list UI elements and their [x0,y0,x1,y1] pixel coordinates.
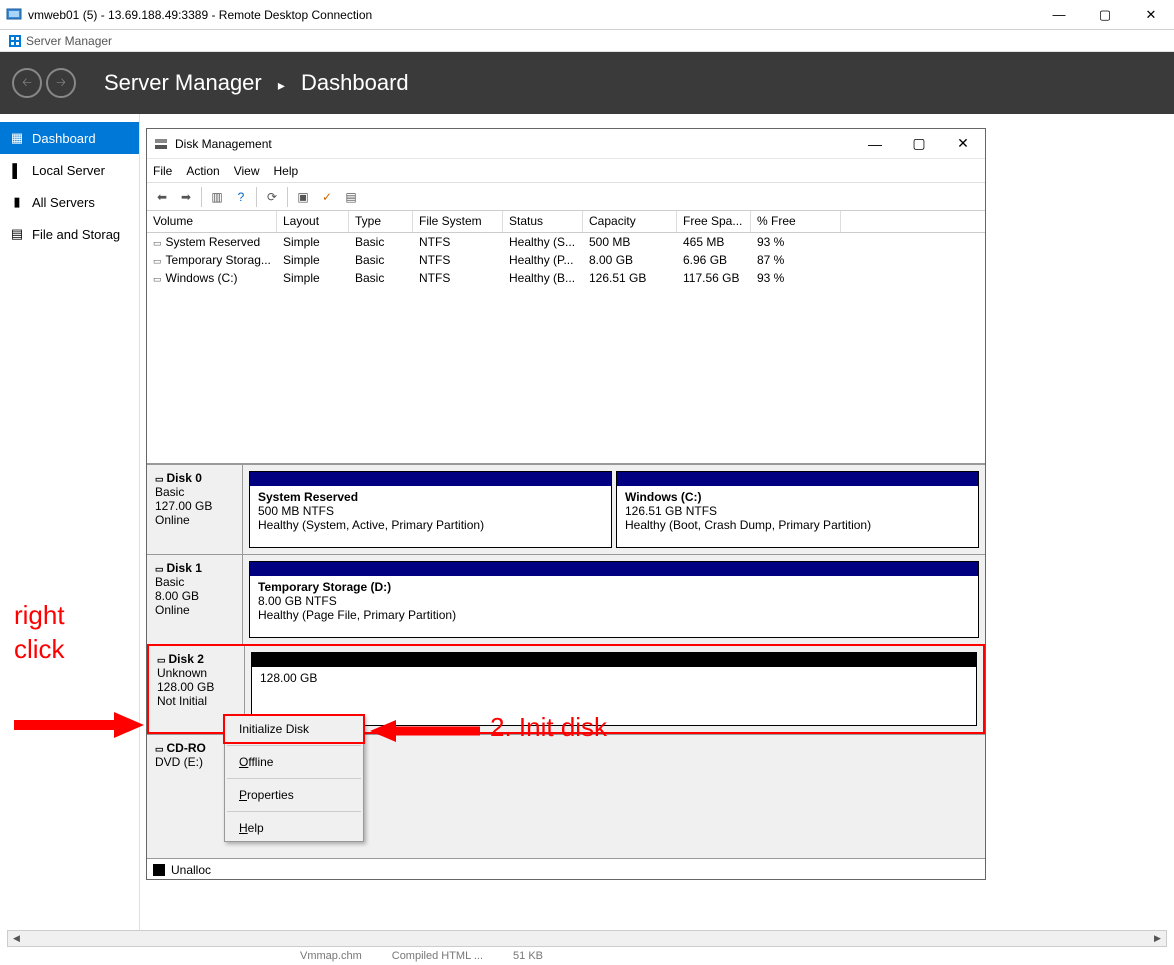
disk-partition[interactable]: Temporary Storage (D:)8.00 GB NTFSHealth… [249,561,979,638]
col-free[interactable]: Free Spa... [677,211,751,232]
rdp-title: vmweb01 (5) - 13.69.188.49:3389 - Remote… [28,8,1036,22]
maximize-button[interactable]: ▢ [1082,0,1128,30]
disk-management-icon [153,136,169,152]
server-manager-titlebar: Server Manager [0,30,1174,52]
tb-list-icon[interactable]: ▥ [206,186,228,208]
menu-action[interactable]: Action [186,164,219,178]
sidebar-item-label: Dashboard [32,131,96,146]
tb-forward-icon[interactable]: ➡ [175,186,197,208]
legend-unallocated-swatch [153,864,165,876]
disk-partition[interactable]: System Reserved500 MB NTFSHealthy (Syste… [249,471,612,548]
dm-titlebar: Disk Management — ▢ ✕ [147,129,985,159]
volume-table-header: Volume Layout Type File System Status Ca… [147,211,985,233]
col-status[interactable]: Status [503,211,583,232]
dashboard-icon: ▦ [10,130,24,146]
legend: Unalloc [147,858,985,880]
ctx-initialize-disk[interactable]: Initialize Disk [223,714,365,744]
disk-info[interactable]: Disk 0Basic127.00 GBOnline [147,465,243,554]
dm-minimize-button[interactable]: — [853,129,897,159]
col-capacity[interactable]: Capacity [583,211,677,232]
nav-forward-button[interactable]: 🡢 [46,68,76,98]
menu-view[interactable]: View [234,164,260,178]
tb-back-icon[interactable]: ⬅ [151,186,173,208]
nav-back-button[interactable]: 🡠 [12,68,42,98]
breadcrumb-page: Dashboard [301,70,409,95]
ctx-offline[interactable]: Offline [225,749,363,775]
disk-panel[interactable]: Disk 1Basic8.00 GBOnlineTemporary Storag… [147,554,985,644]
tb-view1-icon[interactable]: ▣ [292,186,314,208]
breadcrumb: Server Manager ▸ Dashboard [104,70,409,96]
server-icon: ▌ [10,163,24,178]
sidebar: ▦ Dashboard ▌ Local Server ▮ All Servers ▤ F… [0,114,140,960]
close-button[interactable]: ✕ [1128,0,1174,30]
col-type[interactable]: Type [349,211,413,232]
table-row[interactable]: Temporary Storag...SimpleBasicNTFSHealth… [147,251,985,269]
storage-icon: ▤ [10,226,24,242]
dm-close-button[interactable]: ✕ [941,129,985,159]
menu-file[interactable]: File [153,164,172,178]
servers-icon: ▮ [10,194,24,210]
dm-title: Disk Management [175,137,853,151]
ctx-help[interactable]: Help [225,815,363,841]
table-row[interactable]: Windows (C:)SimpleBasicNTFSHealthy (B...… [147,269,985,287]
disk-partition[interactable]: Windows (C:)126.51 GB NTFSHealthy (Boot,… [616,471,979,548]
scroll-left-icon[interactable]: ◀ [8,931,25,946]
breadcrumb-separator-icon: ▸ [278,77,285,93]
disk-context-menu: Initialize Disk Offline Properties Help [224,715,364,842]
tb-refresh-icon[interactable]: ⟳ [261,186,283,208]
sidebar-item-all-servers[interactable]: ▮ All Servers [0,186,139,218]
table-row[interactable]: System ReservedSimpleBasicNTFSHealthy (S… [147,233,985,251]
col-layout[interactable]: Layout [277,211,349,232]
rdp-titlebar: vmweb01 (5) - 13.69.188.49:3389 - Remote… [0,0,1174,30]
dm-menubar: File Action View Help [147,159,985,183]
col-volume[interactable]: Volume [147,211,277,232]
col-filesystem[interactable]: File System [413,211,503,232]
scroll-right-icon[interactable]: ▶ [1149,931,1166,946]
sidebar-item-label: All Servers [32,195,95,210]
disk-panel[interactable]: Disk 0Basic127.00 GBOnlineSystem Reserve… [147,464,985,554]
server-manager-label: Server Manager [26,34,112,48]
tb-help-icon[interactable]: ? [230,186,252,208]
col-pctfree[interactable]: % Free [751,211,841,232]
legend-unallocated-label: Unalloc [171,863,211,877]
minimize-button[interactable]: — [1036,0,1082,30]
taskbar-filesize: 51 KB [513,950,543,962]
taskbar-filename: Vmmap.chm [300,950,362,962]
dm-maximize-button[interactable]: ▢ [897,129,941,159]
server-manager-icon [8,34,22,48]
sidebar-item-label: File and Storag [32,227,120,242]
dm-toolbar: ⬅ ➡ ▥ ? ⟳ ▣ ✓ ▤ [147,183,985,211]
ctx-properties[interactable]: Properties [225,782,363,808]
rdp-icon [6,7,22,23]
server-manager-header: 🡠 🡢 Server Manager ▸ Dashboard [0,52,1174,114]
taskbar-hint: Vmmap.chm Compiled HTML ... 51 KB [0,947,1174,965]
disk-info[interactable]: Disk 1Basic8.00 GBOnline [147,555,243,644]
volume-table: Volume Layout Type File System Status Ca… [147,211,985,464]
tb-view3-icon[interactable]: ▤ [340,186,362,208]
breadcrumb-root[interactable]: Server Manager [104,70,262,95]
taskbar-filetype: Compiled HTML ... [392,950,483,962]
sidebar-item-label: Local Server [32,163,105,178]
sidebar-item-dashboard[interactable]: ▦ Dashboard [0,122,139,154]
sidebar-item-file-storage[interactable]: ▤ File and Storag [0,218,139,250]
sidebar-item-local-server[interactable]: ▌ Local Server [0,154,139,186]
tb-view2-icon[interactable]: ✓ [316,186,338,208]
horizontal-scrollbar[interactable]: ◀ ▶ [7,930,1167,947]
menu-help[interactable]: Help [274,164,299,178]
